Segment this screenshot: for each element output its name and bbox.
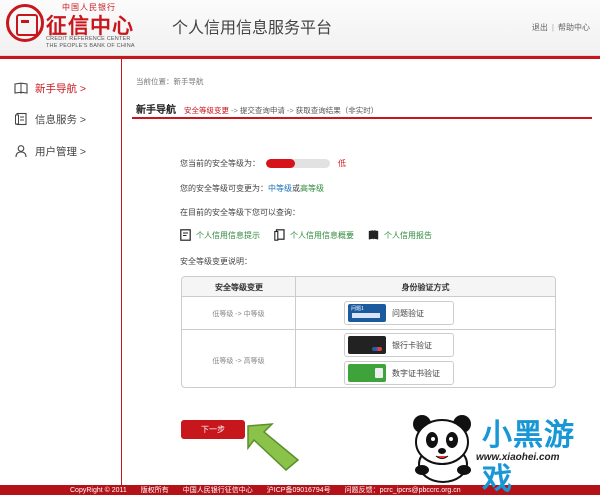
card-logo-blue bbox=[372, 347, 378, 351]
link-separator: | bbox=[551, 23, 554, 32]
help-center-link[interactable]: 帮助中心 bbox=[558, 23, 590, 32]
next-step-button[interactable]: 下一步 bbox=[181, 420, 245, 439]
footer-org: 中国人民银行征信中心 bbox=[182, 487, 253, 494]
step-get-result: 获取查询结果（非实时） bbox=[295, 106, 379, 115]
document-icon bbox=[15, 112, 27, 126]
query-link-label: 个人信用报告 bbox=[384, 230, 432, 240]
question-card-line bbox=[352, 313, 380, 318]
sidebar-item-label: 新手导航 > bbox=[35, 82, 87, 95]
panda-mascot-icon bbox=[413, 415, 471, 483]
verification-table: 安全等级变更 身份验证方式 低等级 -> 中等级 低等级 -> 高等级 问题1 … bbox=[181, 276, 556, 388]
current-level-label: 您当前的安全等级为： bbox=[180, 159, 260, 168]
user-icon bbox=[15, 145, 27, 158]
credit-center-seal-icon bbox=[6, 4, 44, 42]
row-divider bbox=[182, 329, 555, 330]
changeable-level-label: 您的安全等级可变更为： bbox=[180, 184, 268, 193]
method-label: 问题验证 bbox=[392, 308, 424, 318]
query-link-label: 个人信用信息概要 bbox=[290, 230, 354, 240]
green-pointer-arrow-icon bbox=[247, 423, 300, 472]
documents-icon bbox=[274, 229, 285, 241]
logout-link[interactable]: 退出 bbox=[532, 23, 548, 32]
sidebar: 新手导航 > 信息服务 > 用户管理 > bbox=[0, 59, 122, 485]
sidebar-item-newbie-guide[interactable]: 新手导航 > bbox=[14, 79, 86, 97]
document-icon bbox=[180, 229, 191, 241]
sidebar-item-user-management[interactable]: 用户管理 > bbox=[14, 142, 86, 160]
page: { "header": { "logo_top": "中国人民银行", "log… bbox=[0, 0, 600, 495]
sidebar-item-label: 用户管理 > bbox=[35, 145, 87, 158]
footer-rights: 版权所有 bbox=[140, 487, 169, 494]
step-current: 安全等级变更 bbox=[184, 106, 229, 115]
query-link-credit-report[interactable]: 个人信用报告 bbox=[368, 229, 432, 241]
usb-plug bbox=[375, 368, 383, 378]
footer-icp: 沪ICP备09016794号 bbox=[266, 487, 331, 494]
changeable-level-row: 您的安全等级可变更为： 中等级或高等级 bbox=[180, 183, 324, 194]
query-link-label: 个人信用信息提示 bbox=[196, 230, 260, 240]
question-card-icon: 问题1 bbox=[348, 304, 386, 322]
bank-card-icon bbox=[348, 336, 386, 354]
level-high-text: 高等级 bbox=[300, 184, 324, 193]
sidebar-item-label: 信息服务 > bbox=[35, 113, 87, 126]
step-arrow: -> bbox=[286, 106, 294, 115]
usb-key-icon bbox=[348, 364, 386, 382]
explain-label: 安全等级变更说明： bbox=[180, 257, 252, 266]
row-low-to-mid-level: 低等级 -> 中等级 bbox=[212, 311, 265, 318]
header: 中国人民银行 征信中心 CREDIT REFERENCE CENTER THE … bbox=[0, 0, 600, 56]
security-level-value: 低 bbox=[338, 159, 346, 168]
logo-english-line1: CREDIT REFERENCE CENTER bbox=[46, 36, 131, 42]
platform-title: 个人信用信息服务平台 bbox=[172, 20, 333, 37]
query-label: 在目前的安全等级下您可以查询： bbox=[180, 208, 300, 217]
page-title: 新手导航 bbox=[136, 105, 176, 116]
security-level-fill bbox=[266, 159, 295, 168]
method-label: 数字证书验证 bbox=[392, 368, 440, 378]
bank-card-verify-option[interactable]: 银行卡验证 bbox=[344, 333, 454, 357]
query-link-info-summary[interactable]: 个人信用信息概要 bbox=[274, 229, 354, 241]
top-links: 退出 | 帮助中心 bbox=[532, 22, 590, 33]
query-links: 个人信用信息提示 个人信用信息概要 个人信用报告 bbox=[180, 229, 446, 241]
sidebar-item-info-service[interactable]: 信息服务 > bbox=[14, 110, 86, 128]
method-label: 银行卡验证 bbox=[392, 340, 432, 350]
footer-copyright: CopyRight © 2011 bbox=[70, 486, 127, 494]
level-mid-text: 中等级 bbox=[268, 184, 292, 193]
step-submit-query: 提交查询申请 bbox=[239, 106, 285, 115]
steps-divider bbox=[132, 117, 592, 119]
watermark-url: www.xiaohei.com bbox=[476, 452, 560, 463]
question-card-text: 问题1 bbox=[351, 306, 364, 312]
level-or-text: 或 bbox=[292, 184, 300, 193]
table-header: 安全等级变更 身份验证方式 bbox=[182, 277, 555, 297]
step-arrow: -> bbox=[231, 106, 238, 115]
security-level-bar bbox=[266, 159, 330, 168]
book-icon bbox=[14, 82, 28, 94]
digital-cert-verify-option[interactable]: 数字证书验证 bbox=[344, 361, 454, 385]
column-divider bbox=[295, 277, 296, 387]
column-header-level-change: 安全等级变更 bbox=[215, 283, 263, 292]
book-icon bbox=[368, 230, 379, 240]
step-progress: 新手导航 安全等级变更 -> 提交查询申请 -> 获取查询结果（非实时） bbox=[136, 101, 378, 116]
row-low-to-high-level: 低等级 -> 高等级 bbox=[212, 358, 265, 365]
logo-english-line2: THE PEOPLE'S BANK OF CHINA bbox=[46, 43, 135, 49]
breadcrumb: 当前位置：新手导航 bbox=[136, 77, 204, 86]
query-link-info-hint[interactable]: 个人信用信息提示 bbox=[180, 229, 260, 241]
question-verify-option[interactable]: 问题1 问题验证 bbox=[344, 301, 454, 325]
current-level-row: 您当前的安全等级为： 低 bbox=[180, 158, 346, 169]
site-watermark: 小黑游戏 www.xiaohei.com bbox=[410, 408, 600, 495]
column-header-verify-method: 身份验证方式 bbox=[401, 283, 450, 292]
